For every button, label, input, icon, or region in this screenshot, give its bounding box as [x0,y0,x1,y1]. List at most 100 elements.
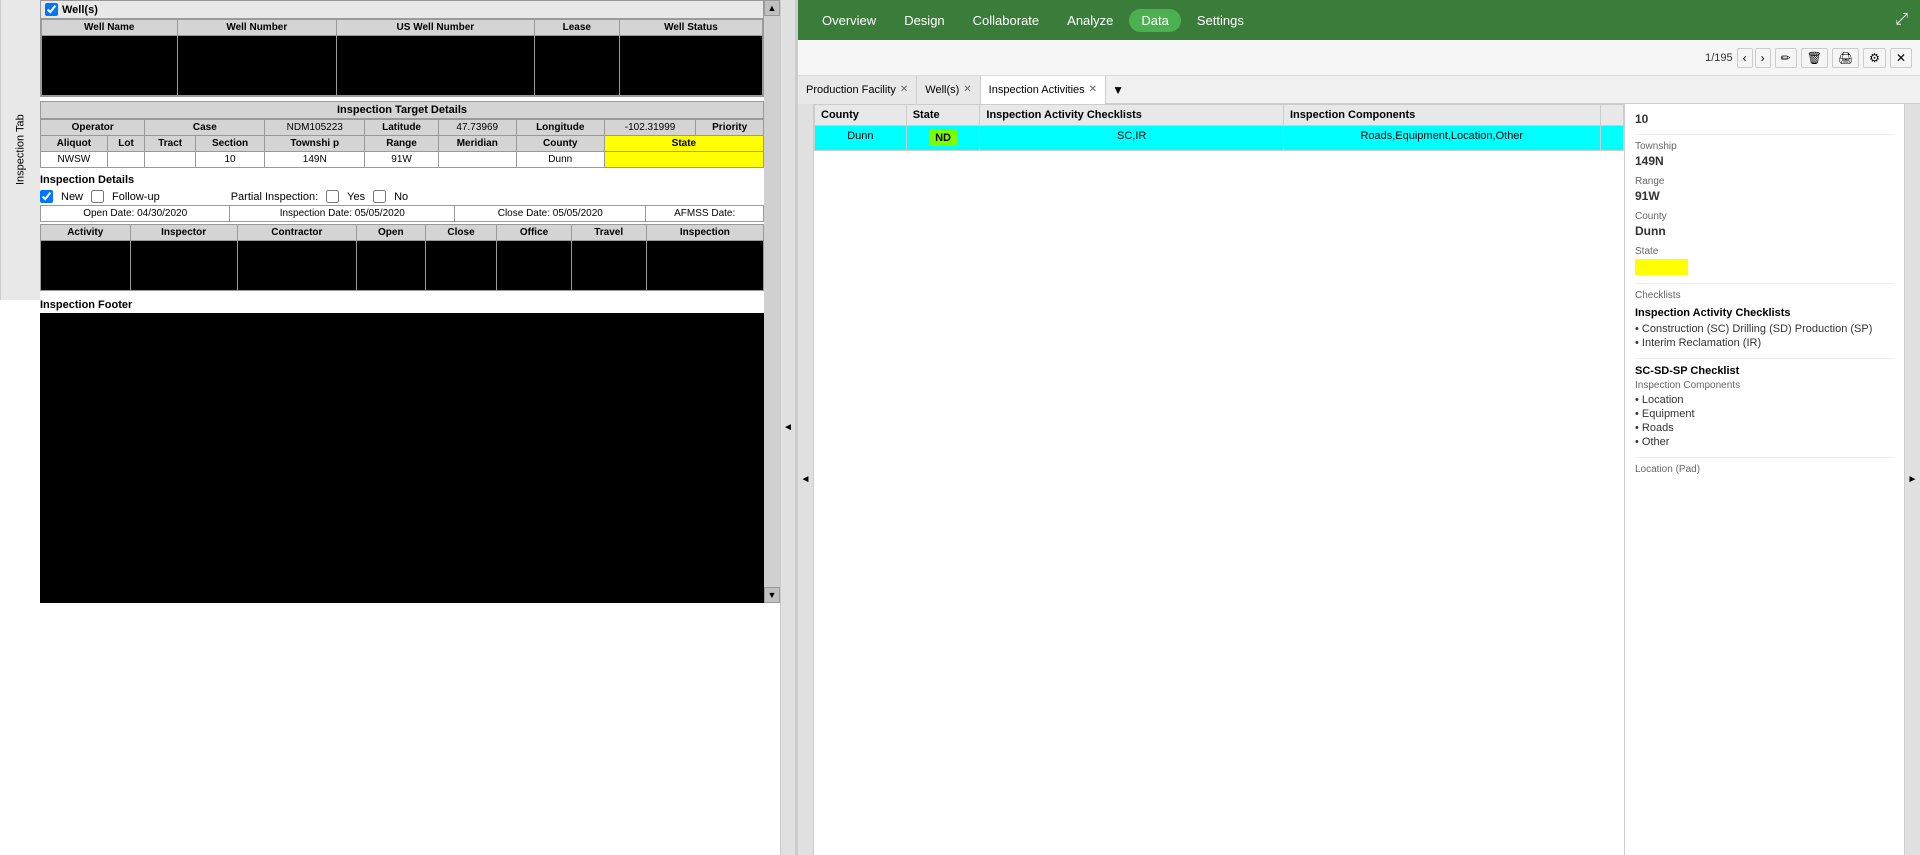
divider-2 [1635,283,1894,284]
col-lease: Lease [534,20,619,36]
wells-table: Well Name Well Number US Well Number Lea… [41,19,763,96]
detail-location-pad-section: Location (Pad) [1635,464,1894,475]
next-btn[interactable]: › [1755,48,1771,68]
grid-col-extra [1600,105,1623,126]
nav-data[interactable]: Data [1129,9,1180,32]
open-date-label: Open Date: [83,208,134,219]
grid-collapse-left[interactable]: ◄ [798,104,814,855]
grid-row-0[interactable]: Dunn ND SC,IR Roads,Equipment,Location,O… [815,126,1624,151]
footer-content [40,313,764,603]
state-badge: ND [929,130,957,146]
detail-state-label: State [1635,246,1894,257]
location-row: Aliquot Lot Tract Section Townshi p Rang… [41,136,764,152]
details-panel: 10 Township 149N Range 91W County Dunn S… [1624,104,1904,855]
grid-cell-state: ND [906,126,980,151]
detail-checklists-label: Checklists [1635,290,1894,301]
right-panel: Overview Design Collaborate Analyze Data… [796,0,1920,855]
new-checkbox[interactable] [40,190,53,203]
tab-wells-close[interactable]: ✕ [963,84,971,95]
print-btn[interactable]: 🖨 [1832,48,1859,68]
yes-checkbox[interactable] [326,190,339,203]
tab-inspection-activities[interactable]: Inspection Activities ✕ [981,76,1106,104]
component-item-2: Roads [1635,421,1894,435]
dates-table: Open Date: 04/30/2020 Inspection Date: 0… [40,205,764,222]
no-label: No [394,191,408,203]
township-value: 149N [265,152,365,168]
checkbox-row: New Follow-up Partial Inspection: Yes No [40,188,764,205]
meridian-value [438,152,516,168]
inspection-activity-checklists-title: Inspection Activity Checklists [1635,307,1894,319]
edit-btn[interactable]: ✏ [1775,48,1797,68]
detail-scsdsp-section: SC-SD-SP Checklist Inspection Components… [1635,365,1894,449]
inspection-date-cell: Inspection Date: 05/05/2020 [230,206,455,222]
col-well-number: Well Number [177,20,337,36]
grid-collapse-right[interactable]: ► [1904,104,1920,855]
nav-design[interactable]: Design [892,9,956,32]
followup-label: Follow-up [112,191,160,203]
col-contractor: Contractor [237,225,356,241]
grid-cell-county: Dunn [815,126,907,151]
longitude-value: -102.31999 [604,120,696,136]
nav-analyze[interactable]: Analyze [1055,9,1125,32]
location-values-row: NWSW 10 149N 91W Dunn [41,152,764,168]
prev-btn[interactable]: ‹ [1737,48,1753,68]
tab-bar: Production Facility ✕ Well(s) ✕ Inspecti… [798,76,1920,104]
tab-production-facility[interactable]: Production Facility ✕ [798,76,917,104]
yes-label: Yes [347,191,365,203]
target-details-title: Inspection Target Details [40,101,764,119]
state-value-cell [604,152,763,168]
col-activity: Activity [41,225,131,241]
grid-col-checklists: Inspection Activity Checklists [980,105,1284,126]
aliquot-label: Aliquot [41,136,108,152]
detail-township-section: Township 149N [1635,141,1894,168]
component-item-3: Other [1635,435,1894,449]
divider-3 [1635,358,1894,359]
county-label: County [516,136,604,152]
aliquot-value: NWSW [41,152,108,168]
partial-label: Partial Inspection: [231,191,318,203]
detail-page-count: 10 [1635,112,1648,126]
tab-wells[interactable]: Well(s) ✕ [917,76,980,104]
left-panel: Inspection Tab Well(s) Well Name Well Nu [0,0,780,855]
open-date-cell: Open Date: 04/30/2020 [41,206,230,222]
delete-btn[interactable]: 🗑 [1801,48,1828,68]
case-label: Case [145,120,265,136]
checklist-item-1: Interim Reclamation (IR) [1635,336,1894,350]
nav-collaborate[interactable]: Collaborate [961,9,1052,32]
scroll-up-btn[interactable]: ▲ [764,0,780,16]
nav-settings[interactable]: Settings [1185,9,1256,32]
afmss-date-cell: AFMSS Date: [646,206,764,222]
dates-row: Open Date: 04/30/2020 Inspection Date: 0… [41,206,764,222]
left-panel-scrollbar[interactable]: ▲ ▼ [764,0,780,603]
tab-inspection-activities-close[interactable]: ✕ [1089,84,1097,95]
nav-bar: Overview Design Collaborate Analyze Data… [798,0,1920,40]
detail-county-value: Dunn [1635,224,1894,238]
detail-range-label: Range [1635,176,1894,187]
new-label: New [61,191,83,203]
wells-header-row: Well Name Well Number US Well Number Lea… [42,20,763,36]
share-icon[interactable]: ⤢ [1895,11,1908,29]
toolbar: 1/195 ‹ › ✏ 🗑 🖨 ⚙ ✕ [798,40,1920,76]
grid-header-row: County State Inspection Activity Checkli… [815,105,1624,126]
target-details-table: Operator Case NDM105223 Latitude 47.7396… [40,119,764,168]
panel-collapse-btn[interactable]: ◄ [780,0,796,855]
col-office: Office [497,225,571,241]
scroll-down-btn[interactable]: ▼ [764,587,780,603]
detail-township-label: Township [1635,141,1894,152]
lot-label: Lot [107,136,145,152]
wells-checkbox[interactable] [45,3,58,16]
settings-btn[interactable]: ⚙ [1863,48,1886,68]
followup-checkbox[interactable] [91,190,104,203]
action-icons: ✏ 🗑 🖨 ⚙ ✕ [1775,48,1912,68]
no-checkbox[interactable] [373,190,386,203]
latitude-label: Latitude [365,120,439,136]
detail-township-value: 149N [1635,154,1894,168]
tab-more-btn[interactable]: ▼ [1106,83,1130,97]
nav-overview[interactable]: Overview [810,9,888,32]
tab-production-facility-close[interactable]: ✕ [900,84,908,95]
detail-county-label: County [1635,211,1894,222]
component-item-0: Location [1635,393,1894,407]
operator-label: Operator [41,120,145,136]
close-btn[interactable]: ✕ [1890,48,1912,68]
detail-checklists-section: Checklists Inspection Activity Checklist… [1635,290,1894,350]
